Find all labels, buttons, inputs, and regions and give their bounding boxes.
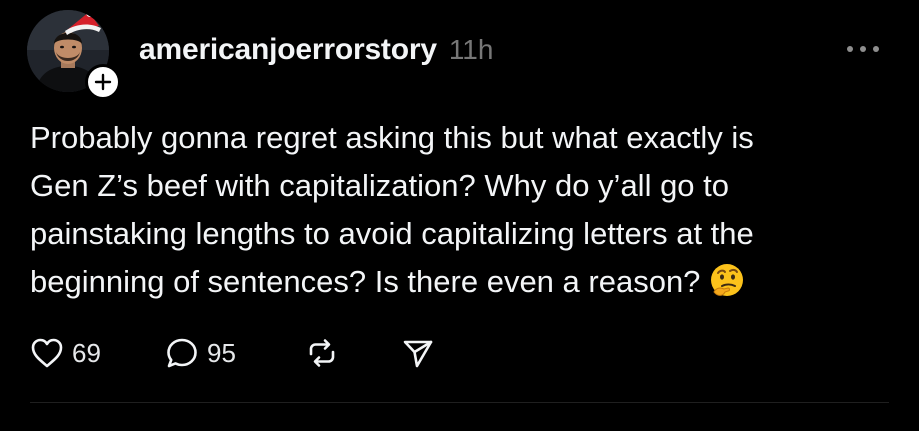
- username-link[interactable]: americanjoerrorstory: [139, 33, 437, 67]
- post-text-line: painstaking lengths to avoid capitalizin…: [30, 216, 754, 251]
- thread-post: americanjoerrorstory 11h Probably gonna …: [0, 0, 919, 431]
- post-timestamp: 11h: [448, 34, 494, 65]
- like-count: 69: [72, 337, 101, 368]
- thinking-face-emoji-icon: [711, 264, 744, 296]
- more-options-button[interactable]: [840, 36, 886, 62]
- post-text-line: Gen Z’s beef with capitalization? Why do…: [30, 168, 730, 203]
- plus-icon: [94, 73, 112, 91]
- post-text-line: Probably gonna regret asking this but wh…: [30, 120, 754, 155]
- post-actions: 69 95: [30, 333, 435, 373]
- repost-button[interactable]: [305, 333, 401, 373]
- post-divider: [30, 402, 889, 403]
- post-text-line-content: beginning of sentences? Is there even a …: [30, 264, 701, 299]
- paper-plane-icon: [403, 340, 433, 368]
- post-text: Probably gonna regret asking this but wh…: [30, 114, 880, 306]
- speech-bubble-icon: [167, 338, 197, 368]
- reply-button[interactable]: 95: [165, 333, 305, 373]
- ellipsis-icon: [847, 46, 879, 52]
- like-button[interactable]: 69: [30, 333, 165, 373]
- post-header: americanjoerrorstory 11h: [139, 33, 493, 73]
- avatar-container: [27, 10, 121, 100]
- reply-count: 95: [207, 337, 236, 368]
- repost-icon: [309, 339, 335, 367]
- follow-button[interactable]: [85, 64, 121, 100]
- post-text-line-last: beginning of sentences? Is there even a …: [30, 258, 880, 306]
- share-button[interactable]: [401, 333, 435, 373]
- heart-icon: [31, 338, 63, 368]
